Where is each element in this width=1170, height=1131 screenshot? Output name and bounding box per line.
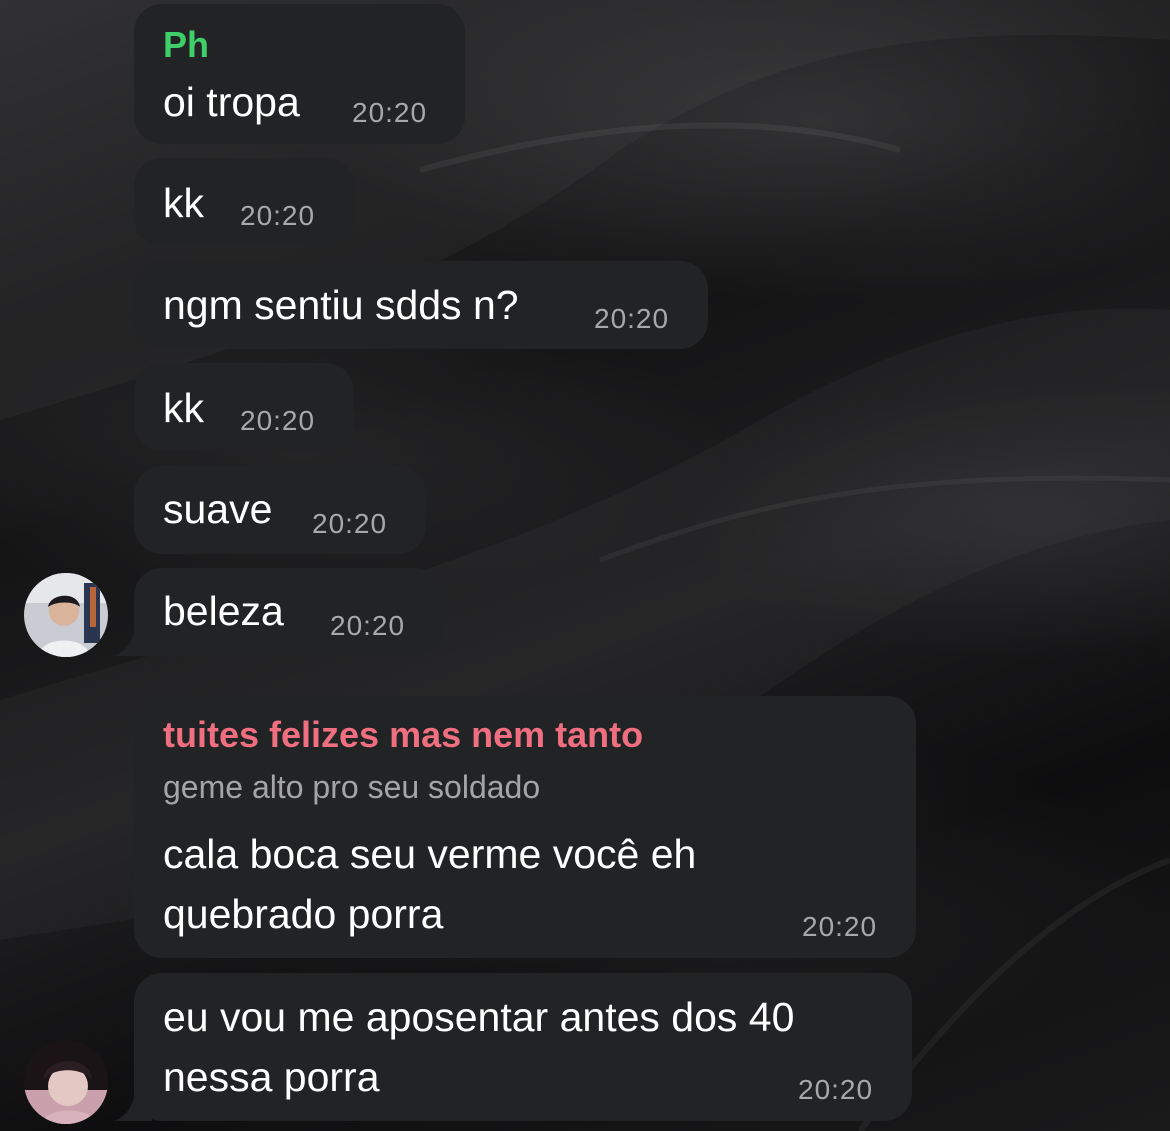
- message-time: 20:20: [240, 200, 316, 231]
- message-time: 20:20: [240, 405, 316, 436]
- reply-quote-text[interactable]: geme alto pro seu soldado: [163, 769, 540, 806]
- message-text: ngm sentiu sdds n?: [163, 282, 519, 328]
- message-text: kk: [163, 385, 204, 431]
- user-avatar[interactable]: [24, 1040, 108, 1124]
- message-bubble[interactable]: beleza 20:20: [134, 568, 444, 656]
- message-time: 20:20: [594, 303, 670, 334]
- message-time: 20:20: [352, 97, 428, 128]
- sender-name[interactable]: Ph: [163, 24, 209, 66]
- message-bubble[interactable]: kk 20:20: [134, 158, 354, 246]
- message-time: 20:20: [312, 508, 388, 539]
- message-time: 20:20: [798, 1074, 874, 1105]
- message-bubble[interactable]: kk 20:20: [134, 363, 354, 451]
- message-text: suave: [163, 486, 273, 532]
- message-text-line: quebrado porra: [163, 891, 444, 937]
- message-time: 20:20: [330, 610, 406, 641]
- message-bubble[interactable]: Ph oi tropa 20:20: [134, 4, 465, 144]
- message-text: kk: [163, 180, 204, 226]
- reply-sender-name[interactable]: tuites felizes mas nem tanto: [163, 714, 643, 756]
- message-text: beleza: [163, 588, 284, 634]
- message-bubble[interactable]: ngm sentiu sdds n? 20:20: [134, 261, 708, 349]
- avatar-photo-icon: [24, 1040, 108, 1124]
- message-text-line: nessa porra: [163, 1054, 380, 1100]
- message-text-line: cala boca seu verme você eh: [163, 831, 697, 877]
- message-bubble-reply[interactable]: tuites felizes mas nem tanto geme alto p…: [134, 696, 916, 958]
- message-bubble[interactable]: eu vou me aposentar antes dos 40 nessa p…: [134, 973, 912, 1121]
- message-time: 20:20: [802, 911, 878, 942]
- message-text: oi tropa: [163, 79, 300, 125]
- user-avatar[interactable]: [24, 573, 108, 657]
- avatar-photo-icon: [24, 573, 108, 657]
- message-bubble[interactable]: suave 20:20: [134, 466, 426, 554]
- message-text-line: eu vou me aposentar antes dos 40: [163, 994, 795, 1040]
